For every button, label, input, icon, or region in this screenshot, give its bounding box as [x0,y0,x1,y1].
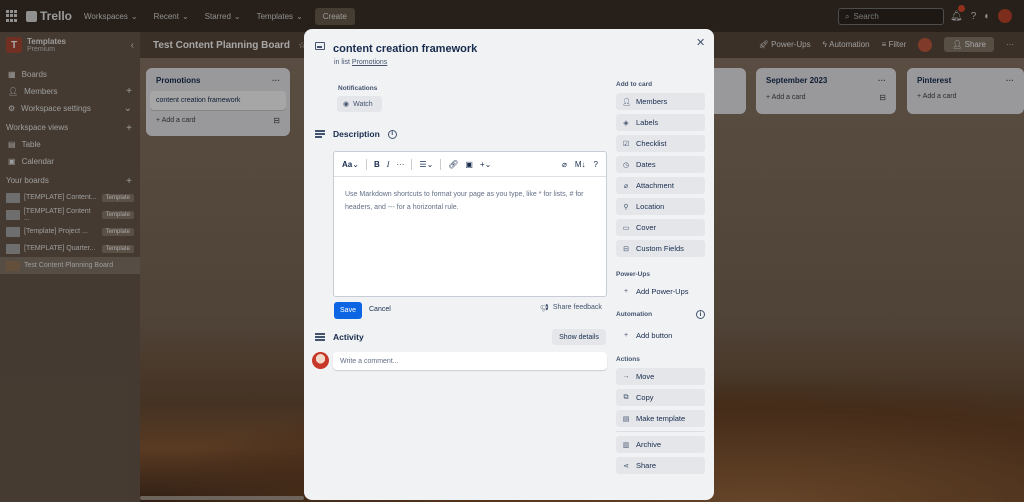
info-icon[interactable]: i [387,129,397,139]
cancel-button[interactable]: Cancel [369,306,391,313]
comment-input[interactable]: Write a comment... [333,352,607,370]
bullet-list-icon: ☰ [419,159,427,169]
close-icon[interactable]: ✕ [696,36,705,49]
move-button[interactable]: → Move [616,368,705,385]
card-detail-modal: ✕ content creation framework in list Pro… [304,29,714,500]
description-heading: Description i [315,129,397,139]
add-powerups-button[interactable]: + Add Power-Ups [616,283,705,300]
template-icon: ▤ [622,415,630,423]
divider [616,431,705,432]
more-formatting-button[interactable]: ··· [396,160,404,169]
attachment-button[interactable]: ⌀ Attachment [616,177,705,194]
dates-button[interactable]: ◷ Dates [616,156,705,173]
labels-button[interactable]: ◈ Labels [616,114,705,131]
list-link[interactable]: Promotions [352,59,387,66]
show-details-button[interactable]: Show details [552,329,606,345]
members-button[interactable]: 👤︎ Members [616,93,705,110]
toolbar-divider [440,158,442,170]
bold-button[interactable]: B [374,160,380,169]
description-editor[interactable]: Aa⌄ B I ··· ☰⌄ 🔗︎ ▣ +⌄ ⌀ M↓ ? Use Markdo… [333,151,607,297]
share-icon: ⋖ [623,462,629,470]
chevron-down-icon: ⌄ [426,159,434,169]
paperclip-icon: ⌀ [623,182,629,190]
automation-heading: Automation [616,311,653,318]
paperclip-icon[interactable]: ⌀ [562,160,567,169]
powerups-heading: Power-Ups [616,271,650,278]
plus-icon: + [623,332,629,339]
archive-button[interactable]: ▥ Archive [616,436,705,453]
automation-heading-row: Automation i [616,310,705,319]
checklist-button[interactable]: ☑ Checklist [616,135,705,152]
copy-icon: ⧉ [623,393,629,401]
arrow-right-icon: → [622,373,630,380]
actions-heading: Actions [616,356,640,363]
card-list-location: in list Promotions [334,59,388,66]
editor-placeholder: Use Markdown shortcuts to format your pa… [345,191,584,211]
notifications-label: Notifications [338,85,378,92]
card-sidebar: Add to card 👤︎ Members ◈ Labels ☑ Checklist… [616,81,706,478]
avatar [312,352,329,369]
activity-heading: Activity [315,332,364,342]
checklist-icon: ☑ [622,140,630,148]
info-icon[interactable]: i [696,310,705,319]
italic-button[interactable]: I [387,160,390,169]
chevron-down-icon: ⌄ [484,159,492,169]
help-button[interactable]: ? [594,160,598,169]
watch-button[interactable]: ◉ Watch [337,96,382,112]
activity-icon [315,333,325,341]
image-icon[interactable]: ▣ [465,160,473,169]
save-button[interactable]: Save [334,302,362,319]
person-icon: 👤︎ [622,98,631,106]
clock-icon: ◷ [622,161,630,169]
description-icon [315,130,325,138]
custom-fields-button[interactable]: ⊟ Custom Fields [616,240,705,257]
share-feedback-link[interactable]: 📢︎ Share feedback [540,304,602,312]
plus-icon: + [623,288,629,295]
megaphone-icon: 📢︎ [540,305,549,312]
toolbar-divider [411,158,413,170]
chevron-down-icon: ⌄ [352,159,359,169]
add-button-button[interactable]: + Add button [616,327,705,344]
share-card-button[interactable]: ⋖ Share [616,457,705,474]
list-dropdown[interactable]: ☰⌄ [419,160,433,169]
text-style-dropdown[interactable]: Aa⌄ [342,160,359,169]
add-to-card-heading: Add to card [616,81,653,88]
location-button[interactable]: ⚲ Location [616,198,705,215]
archive-icon: ▥ [622,441,630,449]
markdown-button[interactable]: M↓ [575,160,586,169]
make-template-button[interactable]: ▤ Make template [616,410,705,427]
card-title[interactable]: content creation framework [333,43,477,55]
link-icon[interactable]: 🔗︎ [448,160,458,169]
cover-icon: ▭ [622,224,630,232]
cover-button[interactable]: ▭ Cover [616,219,705,236]
tag-icon: ◈ [623,119,629,127]
editor-toolbar: Aa⌄ B I ··· ☰⌄ 🔗︎ ▣ +⌄ ⌀ M↓ ? [334,152,606,177]
fields-icon: ⊟ [623,245,629,253]
pin-icon: ⚲ [623,203,629,211]
toolbar-divider [365,158,367,170]
insert-dropdown[interactable]: +⌄ [480,160,491,169]
eye-icon: ◉ [343,101,350,108]
card-icon [315,42,325,50]
copy-button[interactable]: ⧉ Copy [616,389,705,406]
